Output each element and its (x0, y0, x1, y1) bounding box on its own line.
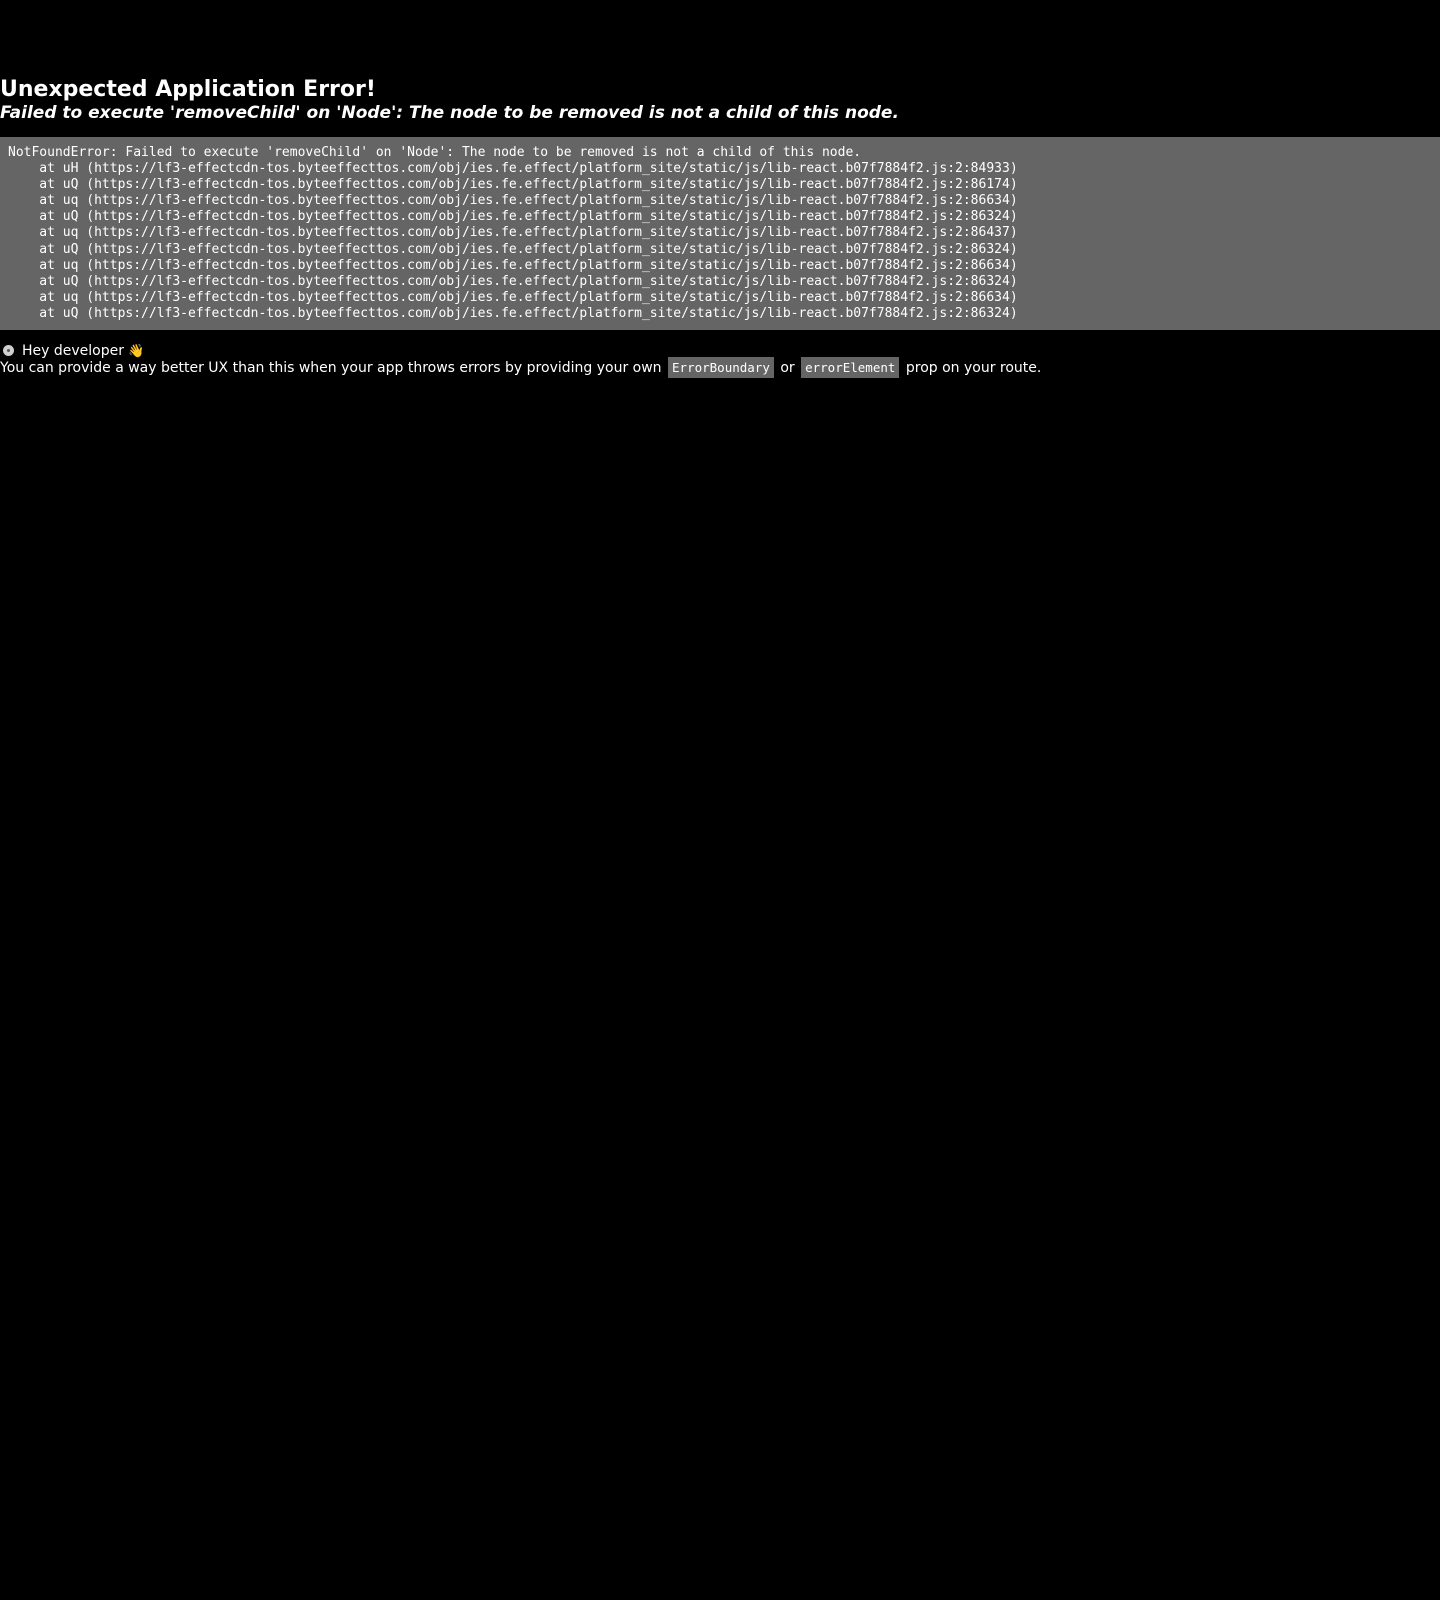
stack-line: at uQ (https://lf3-effectcdn-tos.byteeff… (8, 177, 1018, 193)
error-message: Failed to execute 'removeChild' on 'Node… (0, 103, 899, 123)
stack-line: at uq (https://lf3-effectcdn-tos.byteeff… (8, 193, 1018, 209)
hint-text-after: prop on your route. (905, 360, 1042, 376)
hint-text-before: You can provide a way better UX than thi… (0, 360, 662, 376)
error-stack-trace: NotFoundError: Failed to execute 'remove… (0, 137, 1440, 330)
stack-line: at uq (https://lf3-effectcdn-tos.byteeff… (8, 225, 1018, 241)
stack-line: at uH (https://lf3-effectcdn-tos.byteeff… (8, 161, 1018, 177)
stack-line: at uQ (https://lf3-effectcdn-tos.byteeff… (8, 209, 1018, 225)
hint-text-middle: or (780, 360, 795, 376)
stack-line: at uQ (https://lf3-effectcdn-tos.byteeff… (8, 305, 1018, 321)
disc-icon (3, 345, 14, 356)
developer-hint: You can provide a way better UX than thi… (0, 357, 1042, 378)
error-boundary-code: ErrorBoundary (668, 357, 774, 378)
stack-line: at uQ (https://lf3-effectcdn-tos.byteeff… (8, 241, 1018, 257)
error-page: Unexpected Application Error! Failed to … (0, 0, 1440, 1600)
stack-line: NotFoundError: Failed to execute 'remove… (8, 145, 862, 160)
stack-line: at uq (https://lf3-effectcdn-tos.byteeff… (8, 289, 1018, 305)
stack-line: at uq (https://lf3-effectcdn-tos.byteeff… (8, 257, 1018, 273)
stack-line: at uQ (https://lf3-effectcdn-tos.byteeff… (8, 273, 1018, 289)
greeting-text: Hey developer (22, 343, 124, 359)
error-element-code: errorElement (801, 357, 900, 378)
